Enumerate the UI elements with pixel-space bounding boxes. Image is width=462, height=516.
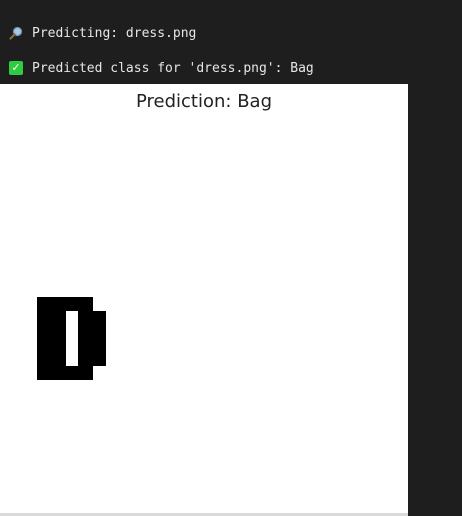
- image-block-side: [93, 311, 106, 366]
- predicting-text: Predicting: dress.png: [32, 25, 197, 41]
- terminal-window: Predicting: dress.png ✓ Predicted class …: [0, 0, 462, 516]
- result-text: Predicted class for 'dress.png': Bag: [32, 60, 314, 76]
- predicted-image: [37, 297, 106, 380]
- log-line-result: ✓ Predicted class for 'dress.png': Bag: [8, 58, 314, 78]
- image-block-main: [37, 297, 93, 380]
- log-line-predicting: Predicting: dress.png: [8, 23, 196, 43]
- prediction-figure: Prediction: Bag: [0, 84, 408, 516]
- image-highlight: [66, 311, 78, 366]
- check-mark-icon: ✓: [8, 60, 24, 76]
- magnifier-icon: [8, 25, 24, 41]
